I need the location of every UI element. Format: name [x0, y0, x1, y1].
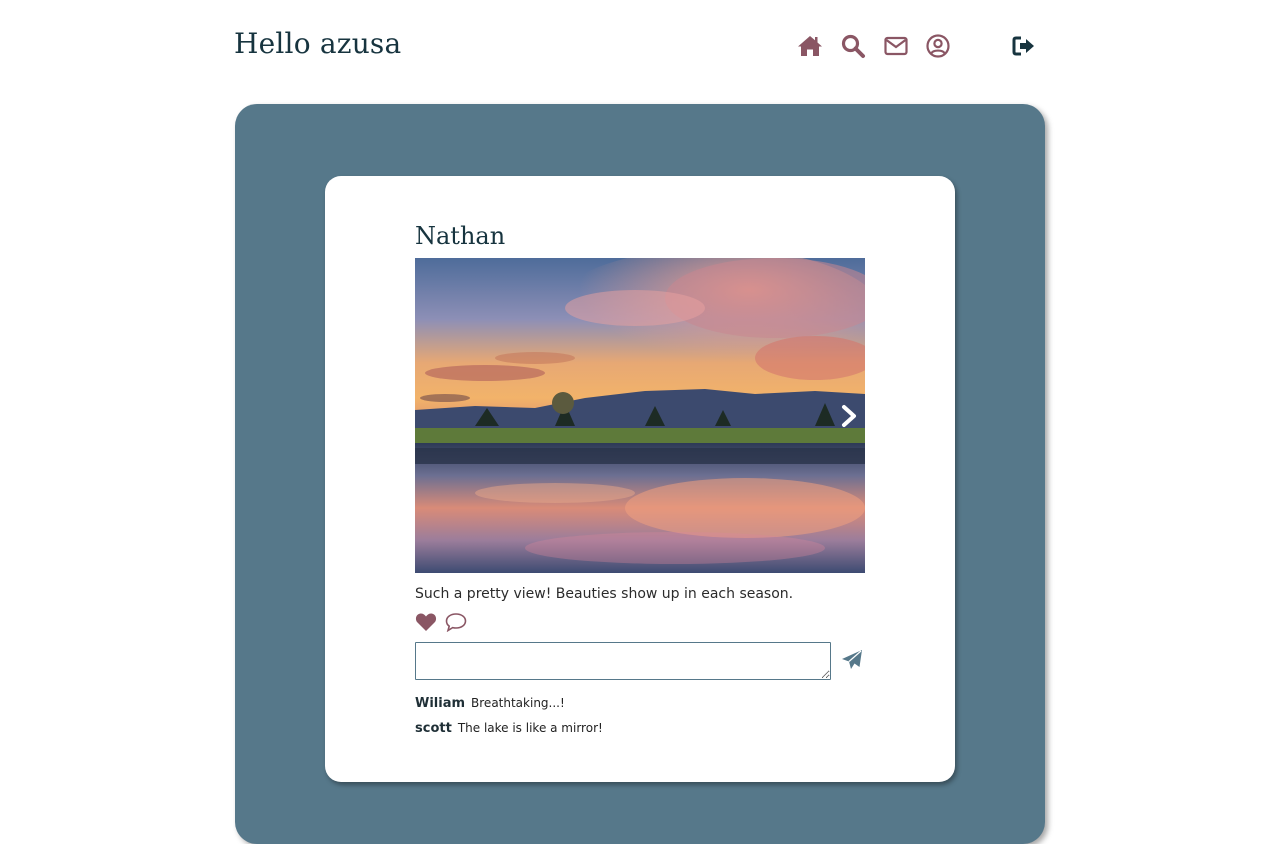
post-author[interactable]: Nathan: [415, 222, 505, 250]
user-circle-icon[interactable]: [925, 33, 951, 59]
next-image-arrow[interactable]: [839, 404, 859, 428]
comment-username[interactable]: scott: [415, 721, 452, 736]
comment-bubble-icon[interactable]: [445, 612, 467, 636]
comment-list: Wiliam Breathtaking...! scott The lake is …: [415, 692, 603, 742]
comment-item: Wiliam Breathtaking...!: [415, 692, 603, 717]
like-heart-icon[interactable]: [415, 612, 437, 636]
comment-text: Breathtaking...!: [471, 696, 565, 710]
comment-text: The lake is like a mirror!: [457, 721, 603, 735]
comment-item: scott The lake is like a mirror!: [415, 717, 603, 742]
page-greeting: Hello azusa: [234, 27, 402, 60]
sign-out-icon[interactable]: [1011, 33, 1037, 59]
home-icon[interactable]: [797, 33, 823, 59]
comment-username[interactable]: Wiliam: [415, 696, 465, 711]
feed-panel: Nathan Such a pretty view! Beauties show…: [235, 104, 1045, 844]
post-card: Nathan Such a pretty view! Beauties show…: [325, 176, 955, 782]
search-icon[interactable]: [840, 33, 866, 59]
comment-input[interactable]: [415, 642, 831, 680]
post-image: [415, 258, 865, 573]
post-caption: Such a pretty view! Beauties show up in …: [415, 586, 794, 602]
send-paper-plane-icon[interactable]: [841, 649, 863, 671]
envelope-icon[interactable]: [883, 33, 909, 59]
